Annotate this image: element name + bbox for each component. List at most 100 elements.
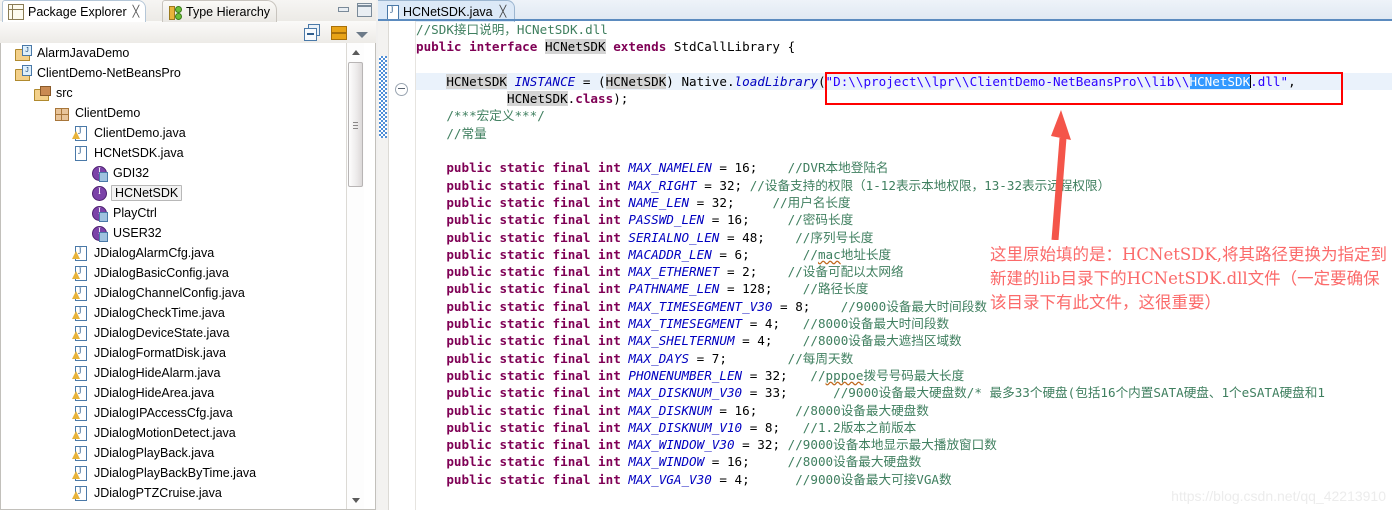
tree-item-label: JDialogHideAlarm.java — [94, 366, 221, 380]
java-file-warning-icon — [72, 465, 88, 481]
tree-item-clientdemo[interactable]: ClientDemo — [1, 103, 345, 123]
java-file-warning-icon — [72, 305, 88, 321]
tree-item-label: JDialogPTZCruise.java — [94, 486, 222, 500]
tab-type-hierarchy[interactable]: Type Hierarchy — [162, 0, 278, 22]
java-file-warning-icon — [72, 385, 88, 401]
annotation-arrow-icon — [1051, 110, 1071, 240]
project-tree[interactable]: J AlarmJavaDemo J ClientDemo-NetBeansPro src… — [0, 43, 376, 510]
annotation-text: 这里原始填的是：HCNetSDK,将其路径更换为指定到新建的lib目录下的HCN… — [990, 245, 1387, 312]
scroll-up-icon[interactable] — [347, 43, 364, 60]
tree-item-gdi32[interactable]: GDI32 — [1, 163, 345, 183]
tree-item-label: HCNetSDK.java — [94, 146, 184, 160]
collapse-all-icon[interactable] — [304, 24, 320, 41]
java-file-warning-icon — [72, 405, 88, 421]
maximize-icon[interactable] — [357, 3, 372, 17]
tree-item-jdialogipaccesscfg-java[interactable]: JDialogIPAccessCfg.java — [1, 403, 345, 423]
tree-item-jdialogalarmcfg-java[interactable]: JDialogAlarmCfg.java — [1, 243, 345, 263]
tree-vertical-scrollbar[interactable] — [346, 43, 364, 509]
tree-item-jdialogformatdisk-java[interactable]: JDialogFormatDisk.java — [1, 343, 345, 363]
tree-item-jdialoghidealarm-java[interactable]: JDialogHideAlarm.java — [1, 363, 345, 383]
code-line: public static final int MAX_VGA_V30 = 4;… — [446, 471, 952, 487]
close-icon[interactable]: ╳ — [500, 5, 507, 18]
package-icon — [53, 105, 69, 121]
tree-item-jdialogchannelconfig-java[interactable]: JDialogChannelConfig.java — [1, 283, 345, 303]
scroll-down-icon[interactable] — [347, 492, 364, 509]
code-line: public static final int PASSWD_LEN = 16;… — [446, 212, 854, 228]
java-file-icon — [72, 145, 88, 161]
tree-item-label: JDialogChannelConfig.java — [94, 286, 245, 300]
eclipse-ide-window: Package Explorer ╳ Type Hierarchy J Alar… — [0, 0, 1392, 510]
tree-item-jdialogmotiondetect-java[interactable]: JDialogMotionDetect.java — [1, 423, 345, 443]
tree-item-label: USER32 — [113, 226, 162, 240]
code-line: public static final int MAX_TIMESEGMENT … — [446, 316, 950, 332]
tree-item-clientdemo-netbeanspro[interactable]: J ClientDemo-NetBeansPro — [1, 63, 345, 83]
java-file-warning-icon — [72, 325, 88, 341]
source-folder-icon — [34, 85, 51, 101]
code-line: public interface HCNetSDK extends StdCal… — [416, 39, 796, 55]
code-line: //SDK接口说明，HCNetSDK.dll — [416, 22, 608, 37]
java-file-warning-icon — [72, 345, 88, 361]
fold-collapse-icon[interactable] — [395, 83, 408, 96]
tree-item-label: PlayCtrl — [113, 206, 157, 220]
tree-item-user32[interactable]: USER32 — [1, 223, 345, 243]
editor-tab-label: HCNetSDK.java — [403, 4, 493, 19]
tree-item-label: JDialogIPAccessCfg.java — [94, 406, 233, 420]
code-line: HCNetSDK.class); — [507, 91, 629, 107]
code-line: public static final int PHONENUMBER_LEN … — [446, 367, 965, 383]
tree-item-clientdemo-java[interactable]: ClientDemo.java — [1, 123, 345, 143]
tree-item-jdialogplaybackbytime-java[interactable]: JDialogPlayBackByTime.java — [1, 463, 345, 483]
code-line: public static final int MAX_WINDOW_V30 =… — [446, 437, 997, 453]
java-file-warning-icon — [72, 425, 88, 441]
tree-item-label: GDI32 — [113, 166, 150, 180]
tab-package-explorer-label: Package Explorer — [28, 4, 127, 19]
java-file-warning-icon — [72, 125, 88, 141]
tab-package-explorer[interactable]: Package Explorer ╳ — [2, 0, 147, 22]
type-hierarchy-icon — [168, 5, 182, 20]
tree-item-alarmjavademo[interactable]: J AlarmJavaDemo — [1, 43, 345, 63]
change-marker — [379, 56, 387, 138]
view-toolbar — [0, 21, 376, 44]
tree-item-src[interactable]: src — [1, 83, 345, 103]
code-line: public static final int MAX_DAYS = 7; //… — [446, 350, 854, 366]
tree-item-label: JDialogBasicConfig.java — [94, 266, 229, 280]
tree-item-jdialoghidearea-java[interactable]: JDialogHideArea.java — [1, 383, 345, 403]
scrollbar-thumb[interactable] — [348, 62, 363, 187]
tree-item-playctrl[interactable]: PlayCtrl — [1, 203, 345, 223]
tree-item-jdialogptzcruise-java[interactable]: JDialogPTZCruise.java — [1, 483, 345, 503]
tree-item-jdialogbasicconfig-java[interactable]: JDialogBasicConfig.java — [1, 263, 345, 283]
editor-tab-bar: HCNetSDK.java ╳ — [378, 0, 1392, 22]
interface-private-icon — [91, 165, 108, 182]
tree-item-jdialogdevicestate-java[interactable]: JDialogDeviceState.java — [1, 323, 345, 343]
code-line: public static final int MAX_DISKNUM_V30 … — [446, 385, 1325, 401]
tree-item-jdialogplayback-java[interactable]: JDialogPlayBack.java — [1, 443, 345, 463]
link-with-editor-icon[interactable] — [330, 24, 347, 40]
tree-item-hcnetsdk-java[interactable]: HCNetSDK.java — [1, 143, 345, 163]
java-file-warning-icon — [72, 485, 88, 501]
close-icon[interactable]: ╳ — [133, 5, 140, 18]
tree-item-label: JDialogAlarmCfg.java — [94, 246, 215, 260]
tree-item-label: JDialogFormatDisk.java — [94, 346, 226, 360]
package-explorer-icon — [8, 3, 24, 20]
tree-item-hcnetsdk[interactable]: HCNetSDK — [1, 183, 345, 203]
minimize-icon[interactable] — [337, 3, 350, 15]
tree-item-label: AlarmJavaDemo — [37, 46, 130, 60]
code-line: //常量 — [446, 125, 487, 141]
java-file-warning-icon — [72, 265, 88, 281]
tree-item-label: HCNetSDK — [111, 185, 183, 201]
java-file-icon — [384, 4, 399, 20]
java-file-warning-icon — [72, 245, 88, 261]
tree-item-label: JDialogCheckTime.java — [94, 306, 225, 320]
tree-item-label: ClientDemo.java — [94, 126, 186, 140]
java-file-warning-icon — [72, 285, 88, 301]
java-editor: HCNetSDK.java ╳ //SDK接口说明，HCNetSDK.dll pu… — [378, 0, 1392, 510]
tree-item-label: ClientDemo — [75, 106, 141, 120]
editor-gutter[interactable] — [389, 21, 416, 510]
tree-item-jdialogchecktime-java[interactable]: JDialogCheckTime.java — [1, 303, 345, 323]
tree-item-label: JDialogMotionDetect.java — [94, 426, 236, 440]
chevron-down-icon[interactable] — [356, 31, 368, 38]
overview-ruler-left[interactable] — [378, 21, 389, 510]
java-project-icon: J — [15, 65, 32, 81]
code-line: public static final int MAX_NAMELEN = 16… — [446, 160, 889, 176]
